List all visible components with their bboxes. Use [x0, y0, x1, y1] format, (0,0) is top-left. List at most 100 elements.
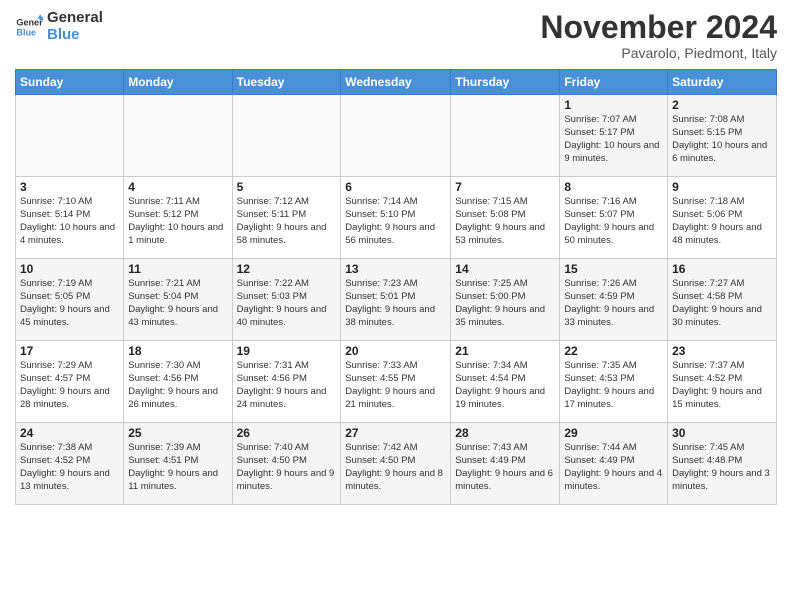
calendar-row-1: 3Sunrise: 7:10 AM Sunset: 5:14 PM Daylig…	[16, 177, 777, 259]
calendar-cell: 21 Sunrise: 7:34 AM Sunset: 4:54 PM Dayli…	[451, 341, 560, 423]
calendar-cell: 19 Sunrise: 7:31 AM Sunset: 4:56 PM Dayli…	[232, 341, 341, 423]
col-tuesday: Tuesday	[232, 70, 341, 95]
col-wednesday: Wednesday	[341, 70, 451, 95]
col-sunday: Sunday	[16, 70, 124, 95]
calendar-cell	[341, 95, 451, 177]
day-number: 14	[455, 262, 555, 276]
day-info: Sunrise: 7:44 AM Sunset: 4:49 PM Dayligh…	[564, 442, 663, 493]
day-number: 3	[20, 180, 119, 194]
day-info: Sunrise: 7:42 AM Sunset: 4:50 PM Dayligh…	[345, 442, 446, 493]
calendar-cell: 13 Sunrise: 7:23 AM Sunset: 5:01 PM Dayli…	[341, 259, 451, 341]
col-saturday: Saturday	[668, 70, 777, 95]
day-info: Sunrise: 7:07 AM Sunset: 5:17 PM Dayligh…	[564, 114, 663, 165]
day-info: Sunrise: 7:08 AM Sunset: 5:15 PM Dayligh…	[672, 114, 772, 165]
day-info: Sunrise: 7:30 AM Sunset: 4:56 PM Dayligh…	[128, 360, 227, 411]
day-info: Sunrise: 7:26 AM Sunset: 4:59 PM Dayligh…	[564, 278, 663, 329]
day-info: Sunrise: 7:45 AM Sunset: 4:48 PM Dayligh…	[672, 442, 772, 493]
calendar-row-3: 17Sunrise: 7:29 AM Sunset: 4:57 PM Dayli…	[16, 341, 777, 423]
calendar-cell: 29 Sunrise: 7:44 AM Sunset: 4:49 PM Dayli…	[560, 423, 668, 505]
day-number: 13	[345, 262, 446, 276]
day-info: Sunrise: 7:34 AM Sunset: 4:54 PM Dayligh…	[455, 360, 555, 411]
day-number: 23	[672, 344, 772, 358]
day-info: Sunrise: 7:39 AM Sunset: 4:51 PM Dayligh…	[128, 442, 227, 493]
col-monday: Monday	[124, 70, 232, 95]
day-number: 22	[564, 344, 663, 358]
calendar-header-row: Sunday Monday Tuesday Wednesday Thursday…	[16, 70, 777, 95]
day-info: Sunrise: 7:18 AM Sunset: 5:06 PM Dayligh…	[672, 196, 772, 247]
col-thursday: Thursday	[451, 70, 560, 95]
day-info: Sunrise: 7:37 AM Sunset: 4:52 PM Dayligh…	[672, 360, 772, 411]
day-number: 11	[128, 262, 227, 276]
day-number: 7	[455, 180, 555, 194]
day-info: Sunrise: 7:12 AM Sunset: 5:11 PM Dayligh…	[237, 196, 337, 247]
day-info: Sunrise: 7:33 AM Sunset: 4:55 PM Dayligh…	[345, 360, 446, 411]
calendar-row-2: 10 Sunrise: 7:19 AM Sunset: 5:05 PM Dayli…	[16, 259, 777, 341]
calendar-cell	[124, 95, 232, 177]
calendar-cell: 5 Sunrise: 7:12 AM Sunset: 5:11 PM Daylig…	[232, 177, 341, 259]
day-info: Sunrise: 7:27 AM Sunset: 4:58 PM Dayligh…	[672, 278, 772, 329]
calendar-cell: 11Sunrise: 7:21 AM Sunset: 5:04 PM Dayli…	[124, 259, 232, 341]
day-number: 4	[128, 180, 227, 194]
day-number: 15	[564, 262, 663, 276]
day-number: 9	[672, 180, 772, 194]
day-number: 20	[345, 344, 446, 358]
month-title: November 2024	[540, 10, 777, 45]
day-number: 27	[345, 426, 446, 440]
day-info: Sunrise: 7:25 AM Sunset: 5:00 PM Dayligh…	[455, 278, 555, 329]
calendar-cell: 28Sunrise: 7:43 AM Sunset: 4:49 PM Dayli…	[451, 423, 560, 505]
day-info: Sunrise: 7:23 AM Sunset: 5:01 PM Dayligh…	[345, 278, 446, 329]
day-number: 17	[20, 344, 119, 358]
calendar-cell: 14 Sunrise: 7:25 AM Sunset: 5:00 PM Dayli…	[451, 259, 560, 341]
day-info: Sunrise: 7:31 AM Sunset: 4:56 PM Dayligh…	[237, 360, 337, 411]
calendar-cell: 7 Sunrise: 7:15 AM Sunset: 5:08 PM Daylig…	[451, 177, 560, 259]
calendar-cell: 26 Sunrise: 7:40 AM Sunset: 4:50 PM Dayli…	[232, 423, 341, 505]
calendar-cell: 9 Sunrise: 7:18 AM Sunset: 5:06 PM Daylig…	[668, 177, 777, 259]
title-block: November 2024 Pavarolo, Piedmont, Italy	[540, 10, 777, 61]
calendar-cell: 30 Sunrise: 7:45 AM Sunset: 4:48 PM Dayli…	[668, 423, 777, 505]
day-number: 10	[20, 262, 119, 276]
calendar-table: Sunday Monday Tuesday Wednesday Thursday…	[15, 69, 777, 505]
calendar-cell: 20 Sunrise: 7:33 AM Sunset: 4:55 PM Dayli…	[341, 341, 451, 423]
day-info: Sunrise: 7:16 AM Sunset: 5:07 PM Dayligh…	[564, 196, 663, 247]
day-info: Sunrise: 7:15 AM Sunset: 5:08 PM Dayligh…	[455, 196, 555, 247]
day-number: 29	[564, 426, 663, 440]
calendar-row-0: 1 Sunrise: 7:07 AM Sunset: 5:17 PM Daylig…	[16, 95, 777, 177]
calendar-row-4: 24 Sunrise: 7:38 AM Sunset: 4:52 PM Dayli…	[16, 423, 777, 505]
col-friday: Friday	[560, 70, 668, 95]
calendar-cell: 6Sunrise: 7:14 AM Sunset: 5:10 PM Daylig…	[341, 177, 451, 259]
day-number: 2	[672, 98, 772, 112]
calendar-cell: 3Sunrise: 7:10 AM Sunset: 5:14 PM Daylig…	[16, 177, 124, 259]
calendar-cell: 22 Sunrise: 7:35 AM Sunset: 4:53 PM Dayli…	[560, 341, 668, 423]
day-info: Sunrise: 7:11 AM Sunset: 5:12 PM Dayligh…	[128, 196, 227, 247]
day-number: 1	[564, 98, 663, 112]
calendar-cell: 2 Sunrise: 7:08 AM Sunset: 5:15 PM Daylig…	[668, 95, 777, 177]
svg-text:General: General	[16, 17, 43, 27]
day-info: Sunrise: 7:38 AM Sunset: 4:52 PM Dayligh…	[20, 442, 119, 493]
day-number: 30	[672, 426, 772, 440]
calendar-cell: 18 Sunrise: 7:30 AM Sunset: 4:56 PM Dayli…	[124, 341, 232, 423]
calendar-cell	[16, 95, 124, 177]
calendar-cell	[232, 95, 341, 177]
day-number: 24	[20, 426, 119, 440]
day-number: 5	[237, 180, 337, 194]
day-info: Sunrise: 7:35 AM Sunset: 4:53 PM Dayligh…	[564, 360, 663, 411]
day-number: 19	[237, 344, 337, 358]
day-number: 18	[128, 344, 227, 358]
day-number: 25	[128, 426, 227, 440]
logo: General Blue General Blue	[15, 10, 103, 43]
day-info: Sunrise: 7:19 AM Sunset: 5:05 PM Dayligh…	[20, 278, 119, 329]
day-info: Sunrise: 7:22 AM Sunset: 5:03 PM Dayligh…	[237, 278, 337, 329]
calendar-cell: 4 Sunrise: 7:11 AM Sunset: 5:12 PM Daylig…	[124, 177, 232, 259]
calendar-cell: 10 Sunrise: 7:19 AM Sunset: 5:05 PM Dayli…	[16, 259, 124, 341]
day-number: 21	[455, 344, 555, 358]
day-number: 12	[237, 262, 337, 276]
day-info: Sunrise: 7:14 AM Sunset: 5:10 PM Dayligh…	[345, 196, 446, 247]
calendar-cell: 1 Sunrise: 7:07 AM Sunset: 5:17 PM Daylig…	[560, 95, 668, 177]
calendar-cell: 24 Sunrise: 7:38 AM Sunset: 4:52 PM Dayli…	[16, 423, 124, 505]
day-number: 26	[237, 426, 337, 440]
svg-text:Blue: Blue	[16, 27, 36, 37]
calendar-cell: 12 Sunrise: 7:22 AM Sunset: 5:03 PM Dayli…	[232, 259, 341, 341]
day-info: Sunrise: 7:40 AM Sunset: 4:50 PM Dayligh…	[237, 442, 337, 493]
logo-icon: General Blue	[15, 13, 43, 41]
calendar-cell: 8Sunrise: 7:16 AM Sunset: 5:07 PM Daylig…	[560, 177, 668, 259]
